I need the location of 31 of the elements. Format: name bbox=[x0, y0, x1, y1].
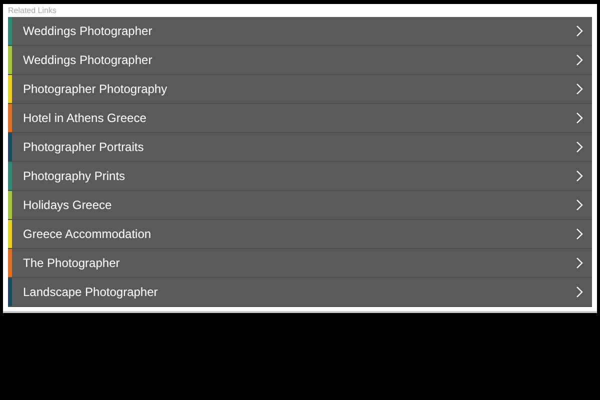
link-label: Holidays Greece bbox=[23, 197, 113, 214]
link-item[interactable]: Holidays Greece bbox=[8, 191, 592, 220]
chevron-right-icon bbox=[576, 199, 583, 211]
link-label: Weddings Photographer bbox=[23, 23, 154, 40]
chevron-right-icon bbox=[576, 83, 583, 95]
link-item[interactable]: The Photographer bbox=[8, 249, 592, 278]
chevron-right-icon bbox=[576, 286, 583, 298]
link-label: Landscape Photographer bbox=[23, 284, 159, 301]
link-label: Photographer Portraits bbox=[23, 139, 145, 156]
link-label: Greece Accommodation bbox=[23, 226, 152, 243]
chevron-right-icon bbox=[576, 112, 583, 124]
link-item[interactable]: Weddings Photographer bbox=[8, 17, 592, 46]
link-label: Photography Prints bbox=[23, 168, 126, 185]
chevron-right-icon bbox=[576, 228, 583, 240]
link-item[interactable]: Photographer Portraits bbox=[8, 133, 592, 162]
chevron-right-icon bbox=[576, 170, 583, 182]
link-item[interactable]: Greece Accommodation bbox=[8, 220, 592, 249]
chevron-right-icon bbox=[576, 25, 583, 37]
chevron-right-icon bbox=[576, 54, 583, 66]
link-item[interactable]: Weddings Photographer bbox=[8, 46, 592, 75]
link-label: Weddings Photographer bbox=[23, 52, 154, 69]
link-label: Hotel in Athens Greece bbox=[23, 110, 148, 127]
chevron-right-icon bbox=[576, 141, 583, 153]
link-label: Photographer Photography bbox=[23, 81, 168, 98]
chevron-right-icon bbox=[576, 257, 583, 269]
section-title: Related Links bbox=[8, 5, 58, 17]
link-item[interactable]: Landscape Photographer bbox=[8, 278, 592, 307]
link-label: The Photographer bbox=[23, 255, 121, 272]
link-item[interactable]: Hotel in Athens Greece bbox=[8, 104, 592, 133]
link-item[interactable]: Photographer Photography bbox=[8, 75, 592, 104]
link-item[interactable]: Photography Prints bbox=[8, 162, 592, 191]
